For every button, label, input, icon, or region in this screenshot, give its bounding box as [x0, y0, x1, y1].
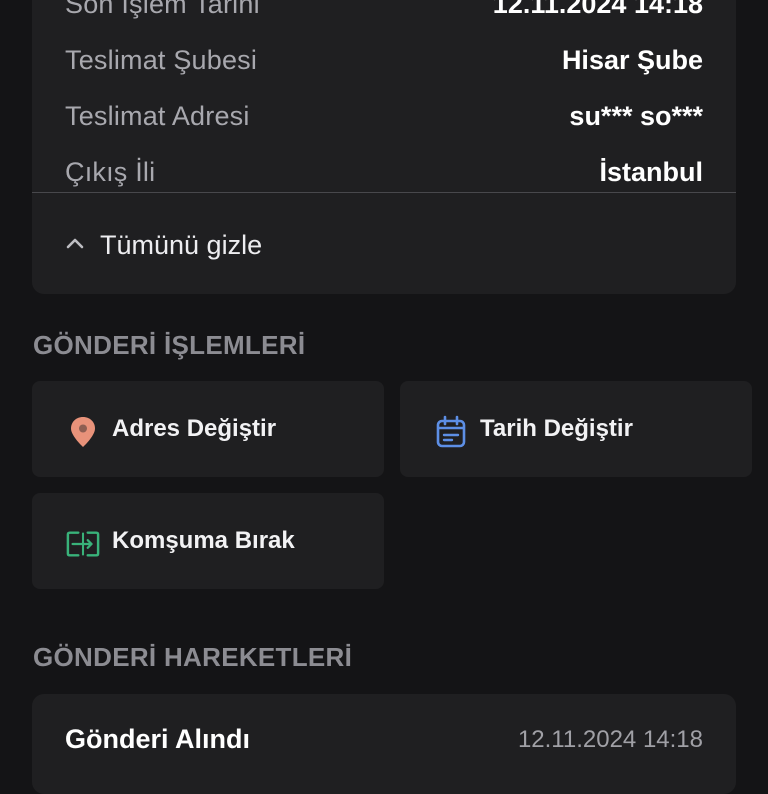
detail-value: Hisar Şube	[561, 44, 703, 75]
detail-value: İstanbul	[599, 156, 703, 187]
change-date-button[interactable]: Tarih Değiştir	[400, 381, 752, 477]
detail-value: su*** so***	[569, 100, 703, 131]
change-address-button[interactable]: Adres Değiştir	[32, 381, 384, 477]
movement-title: Gönderi Alındı	[65, 724, 250, 754]
shipment-movements-title: GÖNDERİ HAREKETLERİ	[33, 642, 353, 672]
shipment-actions-title: GÖNDERİ İŞLEMLERİ	[33, 330, 306, 360]
hide-all-toggle[interactable]: Tümünü gizle	[64, 223, 262, 267]
hide-all-label: Tümünü gizle	[100, 229, 263, 260]
calendar-icon	[434, 415, 468, 449]
details-divider	[32, 192, 736, 193]
shipment-details-card: Son İşlem Tarihi 12.11.2024 14:18 Teslim…	[32, 0, 736, 294]
detail-label: Çıkış İli	[65, 156, 156, 187]
change-address-label: Adres Değiştir	[112, 415, 277, 442]
detail-label: Teslimat Şubesi	[65, 44, 258, 75]
chevron-up-icon	[64, 230, 86, 261]
leave-with-neighbor-button[interactable]: Komşuma Bırak	[32, 493, 384, 589]
location-pin-icon	[66, 415, 100, 449]
detail-row-delivery-branch: Teslimat Şubesi Hisar Şube	[65, 40, 703, 80]
detail-row-origin-city: Çıkış İli İstanbul	[65, 152, 703, 192]
detail-row-last-action-date: Son İşlem Tarihi 12.11.2024 14:18	[65, 0, 703, 24]
movement-item: Gönderi Alındı 12.11.2024 14:18	[32, 694, 736, 794]
movement-date: 12.11.2024 14:18	[517, 726, 703, 753]
neighbor-handover-icon	[66, 527, 100, 561]
detail-label: Son İşlem Tarihi	[65, 0, 260, 19]
detail-value: 12.11.2024 14:18	[492, 0, 703, 19]
leave-with-neighbor-label: Komşuma Bırak	[112, 527, 295, 554]
detail-row-delivery-address: Teslimat Adresi su*** so***	[65, 96, 703, 136]
change-date-label: Tarih Değiştir	[480, 415, 633, 442]
detail-label: Teslimat Adresi	[65, 100, 250, 131]
